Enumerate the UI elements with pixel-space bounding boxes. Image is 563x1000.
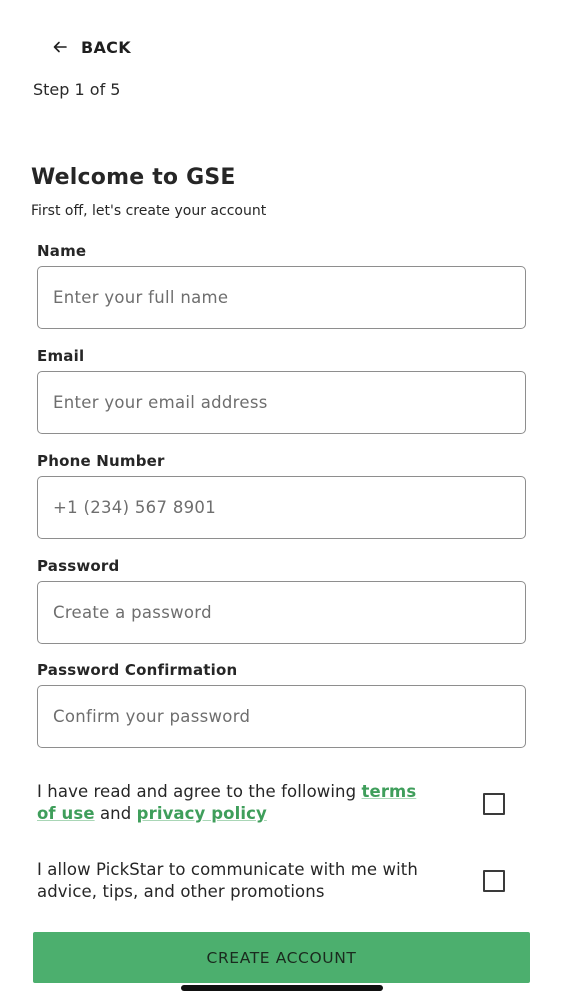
terms-consent-prefix: I have read and agree to the following	[37, 782, 362, 801]
password-input[interactable]	[37, 581, 526, 644]
marketing-consent-text: I allow PickStar to communicate with me …	[37, 860, 418, 901]
step-indicator: Step 1 of 5	[33, 80, 121, 99]
privacy-policy-link[interactable]: privacy policy	[137, 804, 267, 823]
arrow-left-icon	[53, 41, 67, 53]
phone-input[interactable]	[37, 476, 526, 539]
page-title: Welcome to GSE	[31, 165, 236, 190]
email-label: Email	[37, 347, 85, 365]
back-button[interactable]: BACK	[52, 36, 131, 58]
page-subtitle: First off, let's create your account	[31, 203, 267, 219]
back-label: BACK	[81, 37, 131, 57]
create-account-button[interactable]: CREATE ACCOUNT	[33, 932, 530, 983]
password-label: Password	[37, 557, 120, 575]
home-indicator	[181, 985, 383, 991]
name-input[interactable]	[37, 266, 526, 329]
password-confirmation-input[interactable]	[37, 685, 526, 748]
phone-label: Phone Number	[37, 452, 165, 470]
email-input[interactable]	[37, 371, 526, 434]
terms-consent-text: I have read and agree to the following t…	[37, 781, 437, 825]
terms-consent-and: and	[94, 804, 137, 823]
password-confirmation-label: Password Confirmation	[37, 661, 238, 679]
terms-checkbox[interactable]	[483, 793, 505, 815]
name-label: Name	[37, 242, 87, 260]
marketing-checkbox[interactable]	[483, 870, 505, 892]
